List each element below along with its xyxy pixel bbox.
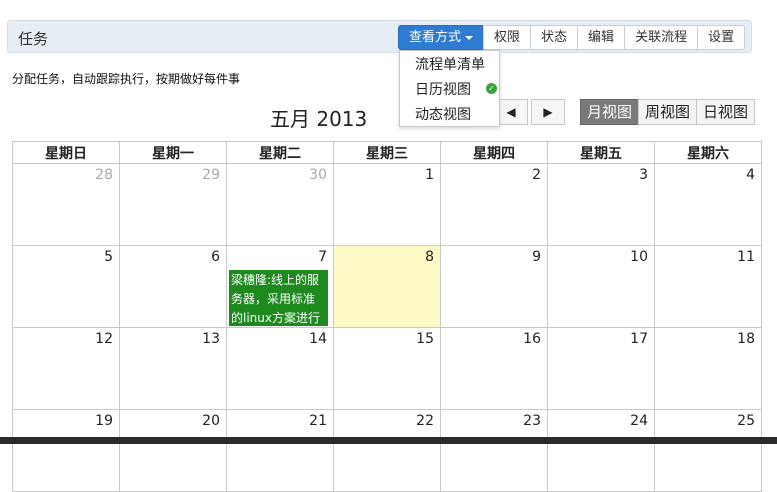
day-number: 28 (95, 167, 113, 183)
day-cell[interactable]: 28 (12, 163, 120, 246)
status-button[interactable]: 状态 (530, 25, 579, 50)
day-number: 17 (630, 331, 648, 347)
arrow-left-icon: ◀ (506, 105, 516, 119)
day-number: 10 (630, 249, 648, 265)
day-number: 2 (532, 167, 541, 183)
menu-item-process-list[interactable]: 流程单清单 (415, 54, 485, 74)
page-title: 任务 (18, 30, 49, 48)
day-cell[interactable]: 12 (12, 327, 120, 410)
arrow-right-icon: ▶ (543, 105, 553, 119)
day-cell[interactable]: 10 (547, 245, 655, 328)
day-cell[interactable]: 15 (333, 327, 441, 410)
day-number: 6 (211, 249, 220, 265)
day-number: 24 (630, 413, 648, 429)
day-cell[interactable]: 16 (440, 327, 548, 410)
day-cell[interactable]: 1 (333, 163, 441, 246)
day-number: 7 (318, 249, 327, 265)
day-number: 3 (639, 167, 648, 183)
day-cell[interactable]: 9 (440, 245, 548, 328)
day-cell[interactable]: 2 (440, 163, 548, 246)
weekday-header: 星期三 (333, 141, 441, 164)
view-mode-label: 查看方式 (409, 30, 462, 45)
day-number: 15 (416, 331, 434, 347)
top-bar: 任务 查看方式 权限 状态 编辑 关联流程 设置 (7, 20, 752, 53)
bottom-bar (0, 437, 777, 444)
day-number: 16 (523, 331, 541, 347)
day-number: 1 (425, 167, 434, 183)
day-cell[interactable]: 11 (654, 245, 762, 328)
day-cell[interactable]: 6 (119, 245, 227, 328)
weekday-header: 星期六 (654, 141, 762, 164)
day-number: 23 (523, 413, 541, 429)
permission-button[interactable]: 权限 (483, 25, 532, 50)
day-number: 30 (309, 167, 327, 183)
calendar-event[interactable]: 梁穗隆:线上的服务器，采用标准的linux方案进行安装 (229, 270, 328, 326)
day-cell[interactable]: 20 (119, 409, 227, 492)
edit-button[interactable]: 编辑 (577, 25, 626, 50)
view-mode-button[interactable]: 查看方式 (398, 25, 485, 50)
day-cell[interactable]: 5 (12, 245, 120, 328)
day-number: 13 (202, 331, 220, 347)
settings-button[interactable]: 设置 (697, 25, 746, 50)
day-number: 12 (95, 331, 113, 347)
day-number: 20 (202, 413, 220, 429)
weekday-header-row: 星期日 星期一 星期二 星期三 星期四 星期五 星期六 (12, 141, 762, 164)
day-cell[interactable]: 25 (654, 409, 762, 492)
day-number: 8 (425, 249, 434, 265)
week-row: 28 29 30 1 2 3 4 (12, 163, 762, 246)
day-number: 19 (95, 413, 113, 429)
weekday-header: 星期一 (119, 141, 227, 164)
day-number: 14 (309, 331, 327, 347)
weekday-header: 星期四 (440, 141, 548, 164)
day-number: 29 (202, 167, 220, 183)
day-number: 11 (737, 249, 755, 265)
day-cell[interactable]: 30 (226, 163, 334, 246)
day-cell[interactable]: 3 (547, 163, 655, 246)
day-cell-today[interactable]: 8 (333, 245, 441, 328)
day-cell[interactable]: 17 (547, 327, 655, 410)
day-cell[interactable]: 4 (654, 163, 762, 246)
next-month-button[interactable]: ▶ (531, 99, 565, 125)
calendar-title: 五月 2013 (270, 107, 368, 131)
day-number: 25 (737, 413, 755, 429)
day-cell[interactable]: 19 (12, 409, 120, 492)
week-view-button[interactable]: 周视图 (638, 99, 698, 125)
weekday-header: 星期日 (12, 141, 120, 164)
menu-item-activity-view[interactable]: 动态视图 (415, 104, 471, 124)
day-cell[interactable]: 22 (333, 409, 441, 492)
day-cell[interactable]: 29 (119, 163, 227, 246)
check-icon: ✓ (486, 83, 497, 94)
view-switcher: 月视图 周视图 日视图 (580, 99, 756, 125)
day-number: 18 (737, 331, 755, 347)
day-number: 21 (309, 413, 327, 429)
page-subtitle: 分配任务，自动跟踪执行，按期做好每件事 (12, 72, 241, 86)
weekday-header: 星期二 (226, 141, 334, 164)
menu-item-calendar-view[interactable]: 日历视图 (415, 79, 471, 99)
week-row: 19 20 21 22 23 24 25 (12, 409, 762, 492)
week-row: 5 6 7 梁穗隆:线上的服务器，采用标准的linux方案进行安装 8 9 10… (12, 245, 762, 328)
day-number: 22 (416, 413, 434, 429)
view-mode-menu: 流程单清单 日历视图 ✓ 动态视图 (399, 50, 500, 127)
day-cell[interactable]: 18 (654, 327, 762, 410)
caret-down-icon (465, 35, 474, 40)
day-cell[interactable]: 23 (440, 409, 548, 492)
related-process-button[interactable]: 关联流程 (624, 25, 699, 50)
day-cell[interactable]: 14 (226, 327, 334, 410)
day-number: 4 (746, 167, 755, 183)
month-view-button[interactable]: 月视图 (580, 99, 640, 125)
day-cell[interactable]: 13 (119, 327, 227, 410)
day-cell[interactable]: 24 (547, 409, 655, 492)
day-view-button[interactable]: 日视图 (696, 99, 756, 125)
weekday-header: 星期五 (547, 141, 655, 164)
week-row: 12 13 14 15 16 17 18 (12, 327, 762, 410)
day-number: 5 (104, 249, 113, 265)
day-number: 9 (532, 249, 541, 265)
toolbar: 查看方式 权限 状态 编辑 关联流程 设置 (398, 25, 746, 50)
day-cell[interactable]: 7 梁穗隆:线上的服务器，采用标准的linux方案进行安装 (226, 245, 334, 328)
day-cell[interactable]: 21 (226, 409, 334, 492)
